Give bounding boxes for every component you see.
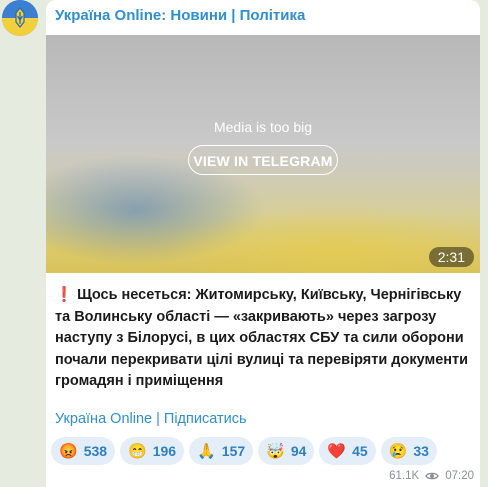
channel-logo-icon — [2, 0, 38, 36]
reaction-crying[interactable]: 😢 33 — [380, 437, 437, 465]
heart-icon: ❤️ — [327, 443, 347, 460]
channel-avatar[interactable] — [2, 0, 38, 36]
reaction-exploding-head[interactable]: 🤯 94 — [258, 437, 315, 465]
reaction-pray[interactable]: 🙏 157 — [189, 437, 254, 465]
view-in-telegram-button[interactable]: VIEW IN TELEGRAM — [188, 145, 338, 175]
subscribe-link[interactable]: Україна Online | Підписатись — [55, 411, 247, 427]
reaction-grin[interactable]: 😁 196 — [120, 437, 185, 465]
exploding-head-icon: 🤯 — [266, 443, 285, 460]
grinning-face-icon: 😁 — [128, 443, 147, 460]
reactions-bar: 😡 538 😁 196 🙏 157 🤯 94 ❤️ 45 😢 33 — [51, 437, 437, 465]
reaction-count: 45 — [352, 443, 368, 459]
media-too-big-notice: Media is too big — [213, 119, 313, 135]
reaction-count: 538 — [83, 443, 108, 459]
crying-face-icon: 😢 — [388, 443, 408, 460]
praying-hands-icon: 🙏 — [197, 443, 216, 460]
reaction-count: 157 — [221, 443, 246, 459]
message-meta: 61.1K 07:20 — [389, 470, 474, 482]
video-preview[interactable]: Media is too big VIEW IN TELEGRAM 2:31 — [46, 35, 480, 273]
post-text: ❗ Щось несеться: Житомирську, Київську, … — [55, 285, 471, 393]
view-count: 61.1K — [389, 470, 420, 482]
reaction-count: 196 — [152, 443, 177, 459]
reaction-heart[interactable]: ❤️ 45 — [319, 437, 376, 465]
message-time: 07:20 — [445, 470, 474, 482]
exclamation-icon: ❗ — [55, 287, 74, 303]
eye-icon — [425, 472, 439, 480]
channel-title[interactable]: Україна Online: Новини | Політика — [55, 7, 305, 24]
reaction-angry[interactable]: 😡 538 — [51, 437, 116, 465]
post-body: Щось несеться: Житомирську, Київську, Че… — [55, 287, 469, 389]
video-duration: 2:31 — [428, 247, 474, 267]
reaction-count: 94 — [290, 443, 307, 459]
angry-face-icon: 😡 — [59, 443, 78, 460]
message-bubble: Україна Online: Новини | Політика Media … — [46, 0, 480, 487]
reaction-count: 33 — [413, 443, 429, 459]
